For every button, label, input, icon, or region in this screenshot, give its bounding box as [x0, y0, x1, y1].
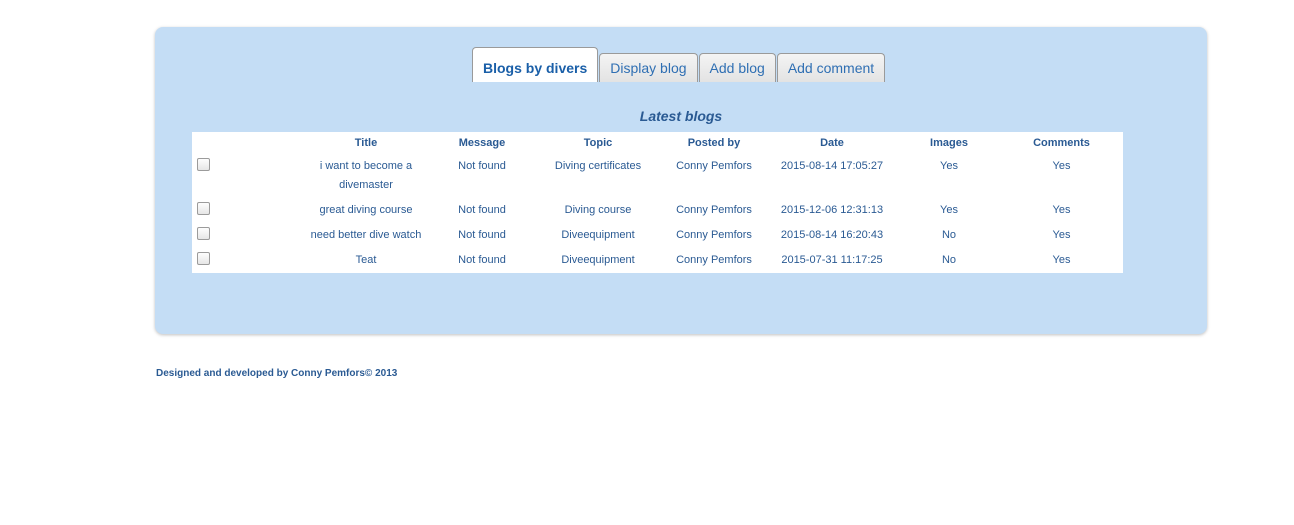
cell-title: great diving course [319, 204, 413, 216]
blogs-table-container: Title Message Topic Posted by Date Image… [192, 132, 1123, 273]
cell-posted-by: Conny Pemfors [676, 229, 752, 241]
header-message: Message [458, 137, 506, 149]
row-select-cell [192, 154, 302, 198]
cell-topic: Diving course [564, 204, 632, 216]
blogs-table: Title Message Topic Posted by Date Image… [192, 132, 1123, 273]
cell-images: Yes [940, 160, 958, 172]
cell-posted-by: Conny Pemfors [676, 160, 752, 172]
cell-comments: Yes [1052, 204, 1071, 216]
cell-images: Yes [940, 204, 958, 216]
cell-title: Teat [355, 254, 377, 266]
header-topic: Topic [583, 137, 613, 149]
header-comments: Comments [1033, 137, 1090, 149]
cell-topic: Diveequipment [561, 254, 635, 266]
table-row: need better dive watch Not found Diveequ… [192, 223, 1123, 248]
cell-topic: Diveequipment [561, 229, 635, 241]
cell-message: Not found [458, 254, 506, 266]
cell-title-text: i want to become a divemaster [319, 160, 413, 191]
footer-credits: Designed and developed by Conny Pemfors©… [156, 368, 398, 379]
cell-title: need better dive watch [310, 229, 422, 241]
table-caption: Latest blogs [639, 108, 723, 124]
cell-message: Not found [458, 204, 506, 216]
tab-add-blog[interactable]: Add blog [698, 53, 776, 82]
cell-date: 2015-12-06 12:31:13 [780, 204, 884, 216]
cell-posted-by: Conny Pemfors [676, 204, 752, 216]
cell-comments: Yes [1052, 254, 1071, 266]
cell-date: 2015-08-14 16:20:43 [780, 229, 884, 241]
header-posted-by: Posted by [687, 137, 741, 149]
table-row: Teat Not found Diveequipment Conny Pemfo… [192, 248, 1123, 273]
cell-posted-by: Conny Pemfors [676, 254, 752, 266]
row-select-cell [192, 223, 302, 248]
row-checkbox[interactable] [197, 252, 210, 265]
cell-date: 2015-07-31 11:17:25 [781, 254, 883, 266]
main-panel: Blogs by divers Display blog Add blog Ad… [155, 27, 1207, 334]
cell-message: Not found [458, 229, 506, 241]
header-date: Date [820, 137, 844, 149]
cell-date: 2015-08-14 17:05:27 [780, 160, 884, 172]
cell-comments: Yes [1052, 229, 1071, 241]
tab-bar: Blogs by divers Display blog Add blog Ad… [472, 47, 886, 82]
cell-title: i want to become a divemaster [302, 154, 430, 198]
tab-add-comment[interactable]: Add comment [776, 53, 886, 82]
tab-display-blog[interactable]: Display blog [599, 53, 698, 82]
row-checkbox[interactable] [197, 227, 210, 240]
table-row: i want to become a divemaster Not found … [192, 154, 1123, 198]
cell-comments: Yes [1052, 160, 1071, 172]
table-row: great diving course Not found Diving cou… [192, 198, 1123, 223]
tab-blogs-by-divers[interactable]: Blogs by divers [472, 47, 599, 82]
row-select-cell [192, 248, 302, 273]
cell-images: No [941, 254, 957, 266]
cell-images: No [941, 229, 957, 241]
row-checkbox[interactable] [197, 202, 210, 215]
table-header-row: Title Message Topic Posted by Date Image… [192, 132, 1123, 154]
header-images: Images [930, 137, 968, 149]
row-select-cell [192, 198, 302, 223]
cell-message: Not found [458, 160, 506, 172]
cell-topic: Diving certificates [554, 160, 642, 172]
header-title: Title [354, 137, 378, 149]
header-select [192, 132, 302, 154]
row-checkbox[interactable] [197, 158, 210, 171]
